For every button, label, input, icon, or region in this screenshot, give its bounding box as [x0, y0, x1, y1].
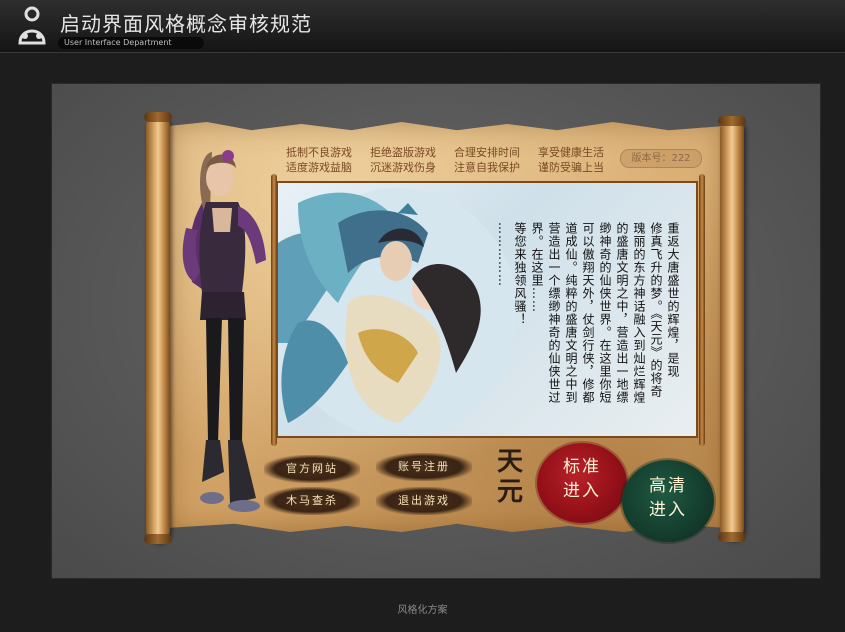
- intro-line: 营造出一个缥缈神奇的仙侠世过: [547, 222, 561, 404]
- intro-line: 道成仙。纯粹的盛唐文明之中到: [564, 222, 578, 404]
- slogan-column: 享受健康生活 谨防受骗上当: [538, 146, 604, 174]
- intro-line: ……………: [496, 222, 510, 287]
- game-logo-calligraphy: 天 元: [496, 447, 523, 507]
- intro-line: 修真飞升的梦。《天元》的将奇: [649, 222, 663, 398]
- couple-illustration: [278, 188, 518, 436]
- intro-line: 瑰丽的东方神话融入到灿烂辉煌: [632, 222, 646, 404]
- app-header: 启动界面风格概念审核规范 User Interface Department: [0, 0, 845, 53]
- slogan-column: 拒绝盗版游戏 沉迷游戏伤身: [370, 146, 436, 174]
- account-register-button[interactable]: 账号注册: [376, 453, 472, 481]
- official-site-button[interactable]: 官方网站: [264, 455, 360, 483]
- intro-line: 重返大唐盛世的辉煌，是现: [666, 222, 680, 378]
- slogan-column: 合理安排时间 注意自我保护: [454, 146, 520, 174]
- department-subtitle: User Interface Department: [58, 37, 204, 49]
- intro-line: 等您来独领风骚！: [513, 222, 527, 326]
- page-title: 启动界面风格概念审核规范: [60, 12, 312, 36]
- intro-line: 缈神奇的仙侠世界。在这里你短: [598, 222, 612, 404]
- scheme-caption: 风格化方案: [397, 605, 448, 616]
- exit-game-button[interactable]: 退出游戏: [376, 487, 472, 515]
- intro-line: 界。在这里……: [530, 222, 544, 313]
- start-hd-button[interactable]: 高清 进入: [622, 460, 714, 542]
- intro-line: 可以傲翔天外，仗剑行侠，修都: [581, 222, 595, 404]
- trojan-scan-button[interactable]: 木马查杀: [264, 487, 360, 515]
- game-intro-text: 重返大唐盛世的辉煌，是现 修真飞升的梦。《天元》的将奇 瑰丽的东方神话融入到灿烂辉煌…: [496, 222, 681, 404]
- intro-line: 的盛唐文明之中，营造出一地缥: [615, 222, 629, 404]
- department-logo-icon: [18, 6, 46, 45]
- slogan-column: 抵制不良游戏 适度游戏益脑: [286, 146, 352, 174]
- version-badge: 版本号：222: [620, 149, 702, 168]
- art-pole-right: [699, 174, 705, 446]
- start-standard-button[interactable]: 标准 进入: [537, 443, 627, 523]
- scroll-rod-left: [144, 112, 172, 544]
- scroll-rod-right: [718, 116, 746, 542]
- character-illustration: [182, 150, 266, 512]
